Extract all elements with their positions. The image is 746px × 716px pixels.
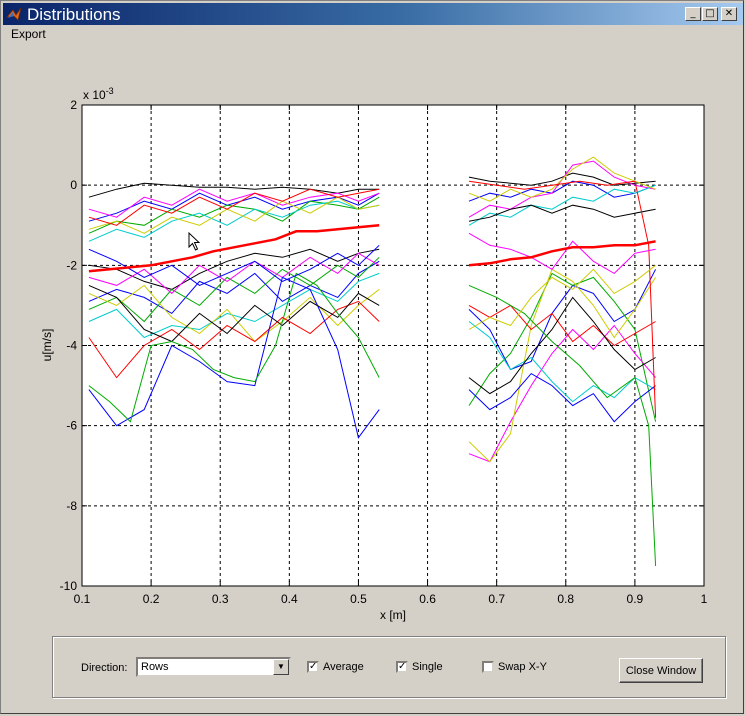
single-checkbox[interactable]: ✓: [396, 661, 408, 673]
y-multiplier-label: x 10-3: [83, 86, 114, 102]
checkmark-icon: ✓: [309, 661, 318, 672]
x-tick-label: 0.5: [350, 592, 367, 606]
y-tick-label: 2: [70, 98, 77, 112]
direction-select[interactable]: Rows ▼: [136, 657, 291, 677]
direction-value: Rows: [141, 661, 169, 673]
y-axis-label: u[m/s]: [40, 329, 54, 362]
y-tick-label: -6: [66, 419, 77, 433]
swap-xy-label: Swap X-Y: [498, 661, 547, 673]
x-tick-label: 0.2: [143, 592, 160, 606]
direction-label: Direction:: [81, 662, 128, 674]
y-tick-label: -4: [66, 339, 77, 353]
x-tick-label: 0.3: [212, 592, 229, 606]
y-tick-label: -8: [66, 499, 77, 513]
close-window-button[interactable]: Close Window: [619, 658, 703, 683]
single-label: Single: [412, 661, 443, 673]
x-tick-label: 0.9: [627, 592, 644, 606]
distributions-window: Distributions _ □ ✕ Export 0.1 0.2 0.3 0.4 0…: [0, 0, 744, 714]
x-tick-label: 0.8: [557, 592, 574, 606]
x-tick-label: 0.7: [488, 592, 505, 606]
y-multiplier-base: x 10: [83, 88, 106, 102]
distribution-plot: 0.1 0.2 0.3 0.4 0.5 0.6 0.7 0.8 0.9 1 -10 -8 -6 -4 -2 0…: [40, 86, 708, 622]
y-tick-label: -2: [66, 258, 77, 272]
swap-xy-checkbox[interactable]: [482, 661, 494, 673]
x-tick-label: 0.4: [281, 592, 298, 606]
control-panel: Direction: Rows ▼ ✓ Average ✓ Single Swa…: [52, 636, 726, 698]
checkmark-icon: ✓: [398, 661, 407, 672]
y-multiplier-exponent: -3: [106, 86, 114, 96]
y-tick-label: -10: [60, 579, 78, 593]
x-axis-label: x [m]: [380, 608, 406, 622]
x-tick-label: 1: [701, 592, 708, 606]
x-tick-label: 0.1: [74, 592, 91, 606]
average-label: Average: [323, 661, 364, 673]
x-tick-label: 0.6: [419, 592, 436, 606]
y-tick-label: 0: [70, 178, 77, 192]
average-checkbox[interactable]: ✓: [307, 661, 319, 673]
chevron-down-icon[interactable]: ▼: [273, 659, 289, 675]
